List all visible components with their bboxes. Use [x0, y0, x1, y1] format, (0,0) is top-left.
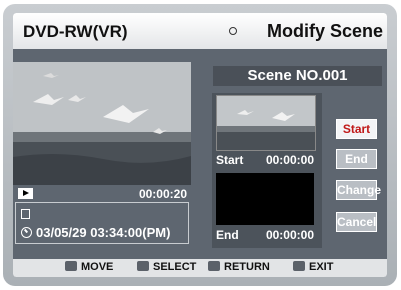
exit-icon [293, 261, 305, 271]
playback-bar: 00:00:20 [13, 185, 191, 203]
app-title: DVD-RW(VR) [23, 22, 128, 41]
playback-time: 00:00:20 [138, 187, 187, 201]
start-thumbnail [216, 95, 316, 151]
footer-exit: EXIT [293, 261, 333, 273]
end-button[interactable]: End [336, 149, 377, 169]
title-bar: DVD-RW(VR) Modify Scene [13, 13, 387, 49]
footer-move: MOVE [65, 261, 113, 273]
preview-image [13, 62, 191, 185]
move-icon [65, 261, 77, 271]
select-label: SELECT [153, 261, 197, 273]
return-icon [208, 261, 220, 271]
footer-select: SELECT [137, 261, 196, 273]
start-row: Start 00:00:00 [216, 153, 316, 167]
end-time: 00:00:00 [265, 228, 314, 242]
clock-icon [21, 227, 32, 238]
exit-label: EXIT [309, 261, 334, 273]
play-icon[interactable] [18, 188, 33, 199]
start-button[interactable]: Start [336, 119, 377, 139]
start-thumbnail-image [217, 96, 315, 150]
circle-icon [229, 27, 237, 35]
osd-screen: DVD-RW(VR) Modify Scene 00:00:20 03/05/2… [13, 13, 387, 277]
select-icon [137, 261, 149, 271]
start-label: Start [216, 153, 244, 167]
end-row: End 00:00:00 [216, 228, 316, 242]
change-button[interactable]: Change [336, 180, 381, 200]
return-label: RETURN [224, 261, 270, 273]
end-thumbnail [216, 173, 314, 225]
cancel-button[interactable]: Cancel [336, 212, 377, 232]
footer-guide: MOVE SELECT RETURN EXIT [13, 259, 387, 277]
recording-info: 03/05/29 03:34:00(PM) [15, 202, 189, 244]
recording-datetime: 03/05/29 03:34:00(PM) [36, 225, 171, 240]
disc-icon [21, 209, 30, 219]
end-label: End [216, 228, 239, 242]
menu-title: Modify Scene [266, 21, 383, 41]
video-preview [13, 62, 191, 185]
scene-number: Scene NO.001 [213, 66, 382, 86]
footer-return: RETURN [208, 261, 270, 273]
start-time: 00:00:00 [265, 153, 314, 167]
move-label: MOVE [81, 261, 114, 273]
